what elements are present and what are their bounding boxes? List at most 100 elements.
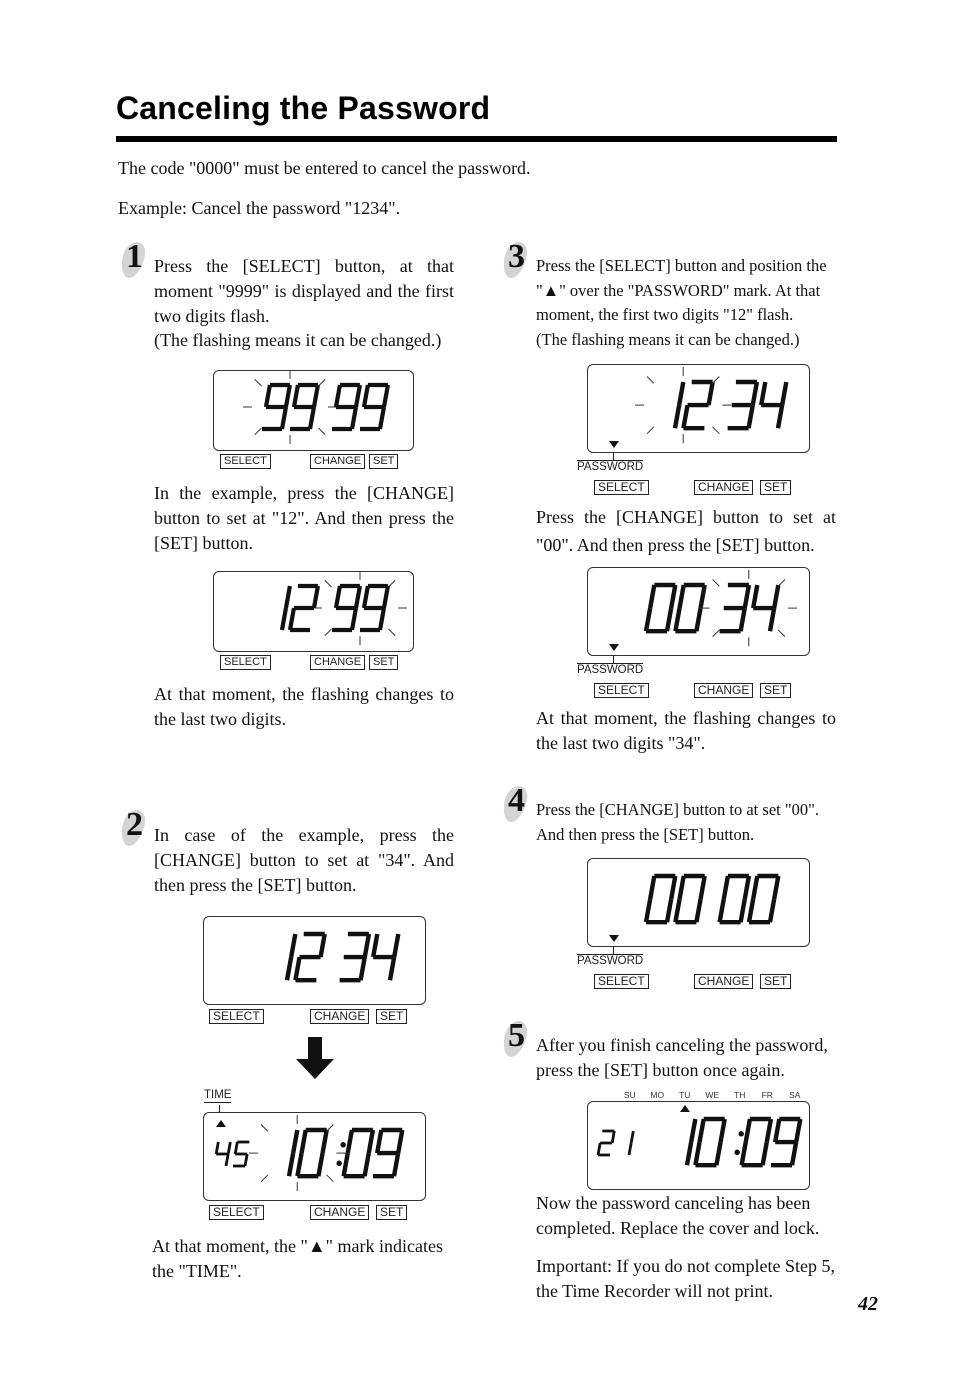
password-mark-tick (613, 946, 614, 954)
lcd-digit (746, 873, 781, 925)
lcd-digit (750, 584, 781, 632)
lcd-digit (332, 583, 362, 633)
lcd-digit (370, 933, 401, 981)
lcd-small-digit (233, 1140, 250, 1168)
step-1-text-2: In the example, press the [CHANGE] butto… (154, 483, 454, 553)
lcd-digit (739, 1116, 774, 1168)
change-button-label: CHANGE (694, 974, 754, 989)
step-5-text-3: Important: If you do not complete Step 5… (536, 1256, 835, 1301)
step-3-badge: 3 (500, 238, 532, 278)
password-mark-tick (613, 452, 614, 460)
triangle-down-icon (609, 935, 619, 942)
set-button-label: SET (369, 655, 399, 670)
colon-dot (738, 1131, 744, 1137)
lcd-display-step4 (587, 858, 810, 947)
select-button-label: SELECT (209, 1205, 264, 1220)
password-mark-label: PASSWORD (577, 954, 644, 967)
step-5-badge: 5 (500, 1017, 532, 1057)
day-mo: MO (650, 1090, 665, 1100)
lcd-digit (693, 1116, 727, 1168)
day-sa: SA (789, 1090, 801, 1100)
day-we: WE (705, 1090, 720, 1100)
lcd-digit (293, 931, 327, 983)
select-button-label: SELECT (594, 480, 649, 495)
triangle-down-icon (609, 644, 619, 651)
step-5-text-2: Now the password canceling has been comp… (536, 1193, 820, 1238)
lcd-digit (681, 379, 715, 431)
step-1-text: Press the [SELECT] button, at that momen… (154, 256, 454, 326)
flash-indicator (249, 1115, 346, 1192)
triangle-up-icon (680, 1105, 690, 1112)
lcd-small-digit (596, 1129, 616, 1157)
colon-dot (734, 1149, 740, 1155)
set-button-label: SET (760, 480, 792, 495)
step-3-text-3: At that moment, the flashing changes to … (536, 708, 836, 753)
lcd-digit (262, 382, 292, 432)
day-fr: FR (761, 1090, 773, 1100)
lcd-display-step1b (213, 571, 414, 652)
flash-indicator (635, 367, 732, 444)
change-button-label: CHANGE (310, 454, 366, 469)
weekday-labels: SU MO TU WE TH FR SA (616, 1090, 809, 1100)
arrow-down-icon (296, 1037, 334, 1079)
lcd-digit (771, 1116, 803, 1168)
change-button-label: CHANGE (310, 1009, 370, 1024)
triangle-down-icon (609, 441, 619, 448)
lcd-digit (290, 382, 320, 432)
flash-indicator (313, 571, 407, 645)
step-3-note: (The flashing means it can be changed.) (536, 330, 800, 349)
step-1-badge: 1 (118, 238, 150, 278)
change-button-label: CHANGE (310, 1205, 370, 1220)
example-text: Example: Cancel the password "1234". (118, 198, 401, 218)
set-button-label: SET (376, 1009, 408, 1024)
step-4-badge: 4 (500, 782, 532, 822)
select-button-label: SELECT (594, 974, 649, 989)
lcd-digit (727, 379, 760, 431)
title-rule (116, 136, 837, 142)
page-title: Canceling the Password (116, 90, 491, 126)
select-button-label: SELECT (220, 655, 271, 670)
password-mark-tick (613, 655, 614, 663)
flash-indicator (243, 370, 337, 444)
lcd-digit (279, 585, 292, 631)
set-button-label: SET (760, 974, 792, 989)
day-su: SU (623, 1090, 636, 1100)
triangle-up-icon (216, 1120, 226, 1127)
step-4-text: Press the [CHANGE] button to at set "00"… (536, 800, 819, 844)
password-mark-label: PASSWORD (577, 663, 644, 676)
step-1-text-3: At that moment, the flashing changes to … (154, 684, 454, 729)
step-2-text-2: At that moment, the "▲" mark indicates t… (152, 1236, 443, 1281)
lcd-display-step2b (203, 1112, 426, 1201)
lcd-digit (673, 582, 707, 634)
select-button-label: SELECT (594, 683, 649, 698)
lcd-display-step3a (587, 364, 810, 453)
lcd-display-step3b (587, 567, 810, 656)
change-button-label: CHANGE (694, 480, 754, 495)
lcd-digit (643, 582, 678, 634)
step-1-note: (The flashing means it can be changed.) (154, 330, 442, 350)
lcd-digit (295, 1127, 329, 1179)
password-mark-label: PASSWORD (577, 460, 644, 473)
set-button-label: SET (369, 454, 399, 469)
lcd-display-step5 (587, 1101, 810, 1190)
lcd-digit (360, 382, 390, 432)
intro-text: The code "0000" must be entered to cance… (118, 158, 531, 178)
lcd-digit (643, 873, 678, 925)
set-button-label: SET (760, 683, 792, 698)
lcd-digit (373, 1127, 405, 1179)
lcd-digit (672, 381, 686, 429)
colon-dot (340, 1142, 346, 1148)
lcd-digit (684, 1118, 698, 1166)
step-2-badge: 2 (118, 806, 150, 846)
select-button-label: SELECT (209, 1009, 264, 1024)
lcd-digit (758, 381, 789, 429)
day-th: TH (734, 1090, 746, 1100)
step-2-text: In case of the example, press the [CHANG… (154, 825, 454, 895)
time-mark-tick (219, 1105, 220, 1112)
flash-indicator (700, 570, 797, 647)
lcd-digit (360, 583, 390, 633)
lcd-digit (284, 933, 298, 981)
lcd-digit (286, 1129, 300, 1177)
step-3-text-2: Press the [CHANGE] button to set at "00"… (536, 507, 836, 555)
step-5-text: After you finish canceling the password,… (536, 1035, 828, 1080)
